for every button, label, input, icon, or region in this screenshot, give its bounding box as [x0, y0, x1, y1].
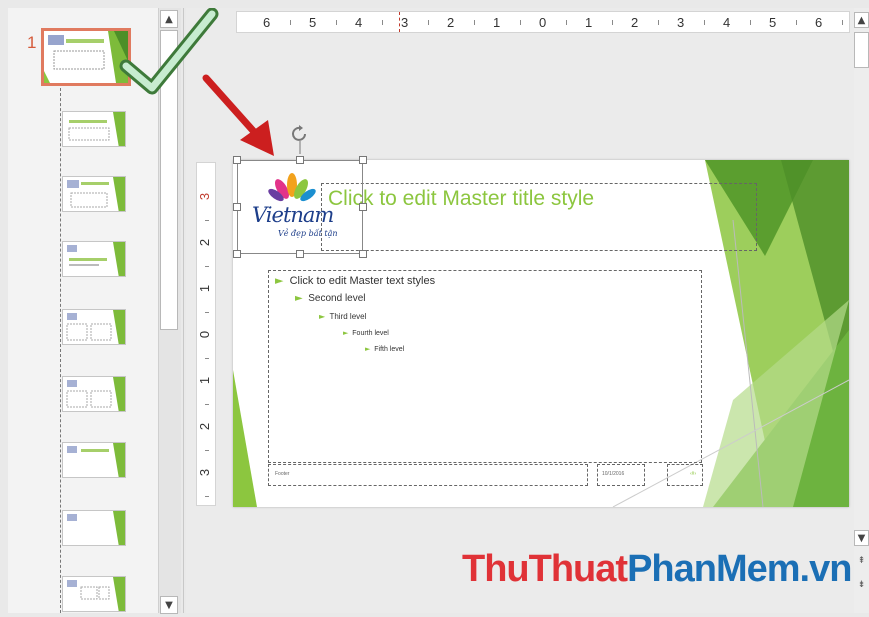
vertical-ruler: 3 2 1 0 1 2 3 [196, 162, 216, 506]
body-level-1: ► Click to edit Master text styles [275, 274, 436, 287]
ruler-tick [842, 20, 843, 25]
ruler-number: 1 [493, 15, 501, 30]
ruler-tick [796, 20, 797, 25]
resize-handle-top[interactable] [296, 156, 304, 164]
ruler-number: 2 [631, 15, 639, 30]
resize-handle-right[interactable] [359, 203, 367, 211]
scroll-down-button[interactable]: ▼ [160, 596, 178, 614]
ruler-number: 1 [197, 376, 213, 385]
horizontal-ruler: 6 5 4 3 2 1 0 1 2 3 4 5 6 [236, 11, 850, 33]
ruler-number: 6 [815, 15, 823, 30]
body-placeholder[interactable]: ► Click to edit Master text styles ► Sec… [268, 270, 702, 463]
ruler-tick [428, 20, 429, 25]
ruler-cursor-marker [399, 12, 400, 32]
ruler-tick [205, 220, 209, 221]
main-scrollbar[interactable]: ▲ ▼ ⇞ ⇟ [854, 8, 869, 613]
footer-placeholder[interactable]: Footer [268, 464, 588, 486]
ruler-tick [658, 20, 659, 25]
slide-number-placeholder[interactable]: ‹#› [667, 464, 703, 486]
body-level-3: ► Third level [319, 312, 367, 321]
ruler-tick [336, 20, 337, 25]
watermark-text: ThuThuatPhanMem.vn [462, 548, 852, 590]
next-slide-icon[interactable]: ⇟ [855, 580, 868, 590]
ruler-tick [205, 496, 209, 497]
ruler-tick [520, 20, 521, 25]
resize-handle-bottom-right[interactable] [359, 250, 367, 258]
ruler-number: 3 [677, 15, 685, 30]
slide-number-label: 1 [27, 33, 37, 52]
ruler-tick [704, 20, 705, 25]
ruler-number: 3 [401, 15, 409, 30]
ruler-tick [205, 266, 209, 267]
logo-image-selection[interactable]: Vietnam Vẻ đẹp bất tận [237, 160, 363, 254]
ruler-tick [566, 20, 567, 25]
ruler-number: 6 [263, 15, 271, 30]
body-level-4: ► Fourth level [343, 329, 389, 337]
ruler-number: 0 [539, 15, 547, 30]
resize-handle-top-right[interactable] [359, 156, 367, 164]
ruler-tick [205, 358, 209, 359]
red-arrow-icon [202, 74, 274, 156]
layout-thumbnail[interactable] [62, 241, 126, 277]
layout-thumbnail[interactable] [62, 510, 126, 546]
layout-thumbnail[interactable] [62, 376, 126, 412]
resize-handle-left[interactable] [233, 203, 241, 211]
ruler-tick [474, 20, 475, 25]
ruler-number: 1 [585, 15, 593, 30]
logo-tagline: Vẻ đẹp bất tận [278, 229, 338, 238]
ruler-number: 2 [447, 15, 455, 30]
layout-thumbnail[interactable] [62, 442, 126, 478]
ruler-number: 0 [197, 330, 213, 339]
ruler-tick [205, 450, 209, 451]
layout-thumbnail[interactable] [62, 111, 126, 147]
resize-handle-bottom-left[interactable] [233, 250, 241, 258]
ruler-number: 5 [769, 15, 777, 30]
ruler-number: 4 [355, 15, 363, 30]
main-scroll-up-button[interactable]: ▲ [854, 12, 869, 28]
ruler-number: 2 [197, 238, 213, 247]
ruler-tick [290, 20, 291, 25]
body-level-5: ► Fifth level [365, 345, 405, 353]
date-placeholder[interactable]: 10/1/2016 [597, 464, 645, 486]
ruler-number: 2 [197, 422, 213, 431]
previous-slide-icon[interactable]: ⇞ [855, 556, 868, 566]
ruler-number: 5 [309, 15, 317, 30]
title-placeholder[interactable]: Click to edit Master title style [321, 183, 757, 251]
title-placeholder-text: Click to edit Master title style [328, 187, 595, 210]
footer-text: Footer [275, 471, 290, 477]
ruler-number: 3 [197, 468, 213, 477]
ruler-tick [750, 20, 751, 25]
logo-word: Vietnam [252, 203, 334, 227]
ruler-tick [382, 20, 383, 25]
layout-thumbnail[interactable] [62, 176, 126, 212]
rotate-handle-icon[interactable] [290, 124, 310, 154]
layout-connector-line [60, 78, 61, 613]
ruler-tick [612, 20, 613, 25]
layout-thumbnail[interactable] [62, 309, 126, 345]
layout-thumbnail[interactable] [62, 576, 126, 612]
ruler-tick [205, 404, 209, 405]
main-scroll-thumb[interactable] [854, 32, 869, 68]
slide-number-text: ‹#› [690, 471, 697, 477]
ruler-tick [205, 312, 209, 313]
thumbnail-scrollbar[interactable]: ▲ ▼ [158, 8, 181, 614]
resize-handle-bottom[interactable] [296, 250, 304, 258]
ruler-number: 3 [197, 192, 213, 201]
body-level-2: ► Second level [295, 293, 366, 304]
main-scroll-down-button[interactable]: ▼ [854, 530, 869, 546]
ruler-number: 4 [723, 15, 731, 30]
date-text: 10/1/2016 [602, 471, 625, 477]
pane-divider[interactable] [183, 8, 184, 613]
ruler-number: 1 [197, 284, 213, 293]
